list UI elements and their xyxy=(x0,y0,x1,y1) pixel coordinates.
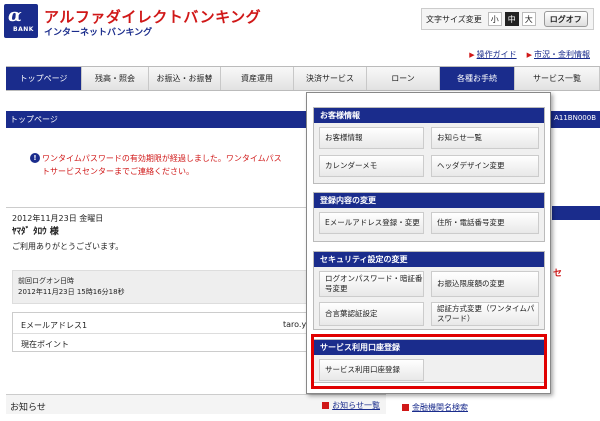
logoff-button[interactable]: ログオフ xyxy=(543,11,588,27)
current-date: 2012年11月23日 金曜日 xyxy=(12,214,104,223)
font-size-medium-button[interactable]: 中 xyxy=(504,12,519,26)
square-bullet-icon xyxy=(402,404,409,411)
menu-item-customer-info[interactable]: お客様情報 xyxy=(319,127,424,149)
triangle-bullet-icon: ▶ xyxy=(469,51,475,59)
font-size-small-button[interactable]: 小 xyxy=(487,12,502,26)
menu-item-email-change[interactable]: Eメールアドレス登録・変更 xyxy=(319,212,424,234)
news-header: お知らせ お知らせ一覧 xyxy=(6,394,386,414)
right-panel-header xyxy=(552,206,600,220)
market-info-link[interactable]: 市況・金利情報 xyxy=(534,50,590,59)
guide-link-wrap: ▶ 操作ガイド xyxy=(469,49,516,60)
tab-balance[interactable]: 残高・照会 xyxy=(82,67,149,90)
user-name: ﾔﾏﾀﾞ ﾀﾛｳ 様 xyxy=(12,227,59,237)
tab-asset-management[interactable]: 資産運用 xyxy=(221,67,294,90)
news-list-link[interactable]: お知らせ一覧 xyxy=(322,400,380,411)
tab-payment-services[interactable]: 決済サービス xyxy=(294,67,367,90)
menu-item-header-design[interactable]: ヘッダデザイン変更 xyxy=(431,155,539,177)
brand-subtitle: インターネットバンキング xyxy=(44,28,153,38)
page-title: トップページ xyxy=(10,115,58,124)
procedures-dropdown: お客様情報 お客様情報 お知らせ一覧 カレンダーメモ ヘッダデザイン変更 登録内… xyxy=(306,92,551,394)
last-logon-label: 前回ログオン日時 xyxy=(18,277,74,285)
menu-item-secret-phrase[interactable]: 合言葉認証設定 xyxy=(319,302,424,326)
menu-item-password-change[interactable]: ログオンパスワード・暗証番号変更 xyxy=(319,271,424,297)
highlight-box xyxy=(311,334,547,389)
section-title: セキュリティ設定の変更 xyxy=(314,252,544,267)
bank-search-label: 金融機関名検索 xyxy=(412,403,468,412)
font-size-label: 文字サイズ変更 xyxy=(426,14,482,24)
menu-item-transfer-limit[interactable]: お振込限度額の変更 xyxy=(431,271,539,297)
bank-search-link[interactable]: 金融機関名検索 xyxy=(402,402,468,413)
font-size-large-button[interactable]: 大 xyxy=(521,12,536,26)
tab-service-list[interactable]: サービス一覧 xyxy=(515,67,600,90)
warning-message: ! ワンタイムパスワードの有効期限が経過しました。ワンタイムパス トサービスセン… xyxy=(30,152,307,178)
screen-code: A11BN000B xyxy=(554,114,596,122)
tab-loan[interactable]: ローン xyxy=(367,67,440,90)
last-logon-value: 2012年11月23日 15時16分18秒 xyxy=(18,288,125,296)
brand-name: アルファダイレクトバンキング xyxy=(44,8,262,26)
menu-item-address-phone-change[interactable]: 住所・電話番号変更 xyxy=(431,212,539,234)
logo-sub: BANK xyxy=(13,26,34,33)
section-customer-info: お客様情報 お客様情報 お知らせ一覧 カレンダーメモ ヘッダデザイン変更 xyxy=(313,107,545,184)
news-title: お知らせ xyxy=(10,403,46,413)
header-links: ▶ 操作ガイド ▶ 市況・金利情報 xyxy=(469,49,590,60)
section-title: 登録内容の変更 xyxy=(314,193,544,208)
warning-line-2: トサービスセンターまでご連絡ください。 xyxy=(42,167,194,176)
greeting: ご利用ありがとうございます。 xyxy=(12,242,124,251)
info-icon: ! xyxy=(30,153,40,163)
news-list-label: お知らせ一覧 xyxy=(332,401,380,410)
triangle-bullet-icon: ▶ xyxy=(526,51,532,59)
warning-line-1: ワンタイムパスワードの有効期限が経過しました。ワンタイムパス xyxy=(42,154,282,163)
section-registration-change: 登録内容の変更 Eメールアドレス登録・変更 住所・電話番号変更 xyxy=(313,192,545,242)
header: α BANK アルファダイレクトバンキング インターネットバンキング 文字サイズ… xyxy=(0,0,600,44)
menu-item-news-list[interactable]: お知らせ一覧 xyxy=(431,127,539,149)
tab-procedures[interactable]: 各種お手続 xyxy=(440,67,515,90)
section-security: セキュリティ設定の変更 ログオンパスワード・暗証番号変更 お振込限度額の変更 合… xyxy=(313,251,545,330)
operation-guide-link[interactable]: 操作ガイド xyxy=(477,50,517,59)
market-link-wrap: ▶ 市況・金利情報 xyxy=(527,49,590,60)
tab-transfer[interactable]: お振込・お振替 xyxy=(149,67,221,90)
page: α BANK アルファダイレクトバンキング インターネットバンキング 文字サイズ… xyxy=(0,0,600,421)
last-logon-box: 前回ログオン日時 2012年11月23日 15時16分18秒 xyxy=(12,270,312,304)
logo-mark: α xyxy=(8,5,22,26)
main-nav: トップページ 残高・照会 お振込・お振替 資産運用 決済サービス ローン 各種お… xyxy=(6,66,600,91)
menu-item-calendar-memo[interactable]: カレンダーメモ xyxy=(319,155,424,177)
font-size-control: 文字サイズ変更 小 中 大 ログオフ xyxy=(421,8,594,30)
section-title: お客様情報 xyxy=(314,108,544,123)
tab-top-page[interactable]: トップページ xyxy=(6,67,82,90)
points-label: 現在ポイント xyxy=(21,340,69,349)
menu-item-auth-method[interactable]: 認証方式変更（ワンタイムパスワード） xyxy=(431,302,539,326)
email-label: Eメールアドレス1 xyxy=(21,321,88,330)
square-bullet-icon xyxy=(322,402,330,409)
right-panel-text: セ xyxy=(553,269,563,279)
alpha-bank-logo-icon[interactable]: α BANK xyxy=(4,4,38,38)
